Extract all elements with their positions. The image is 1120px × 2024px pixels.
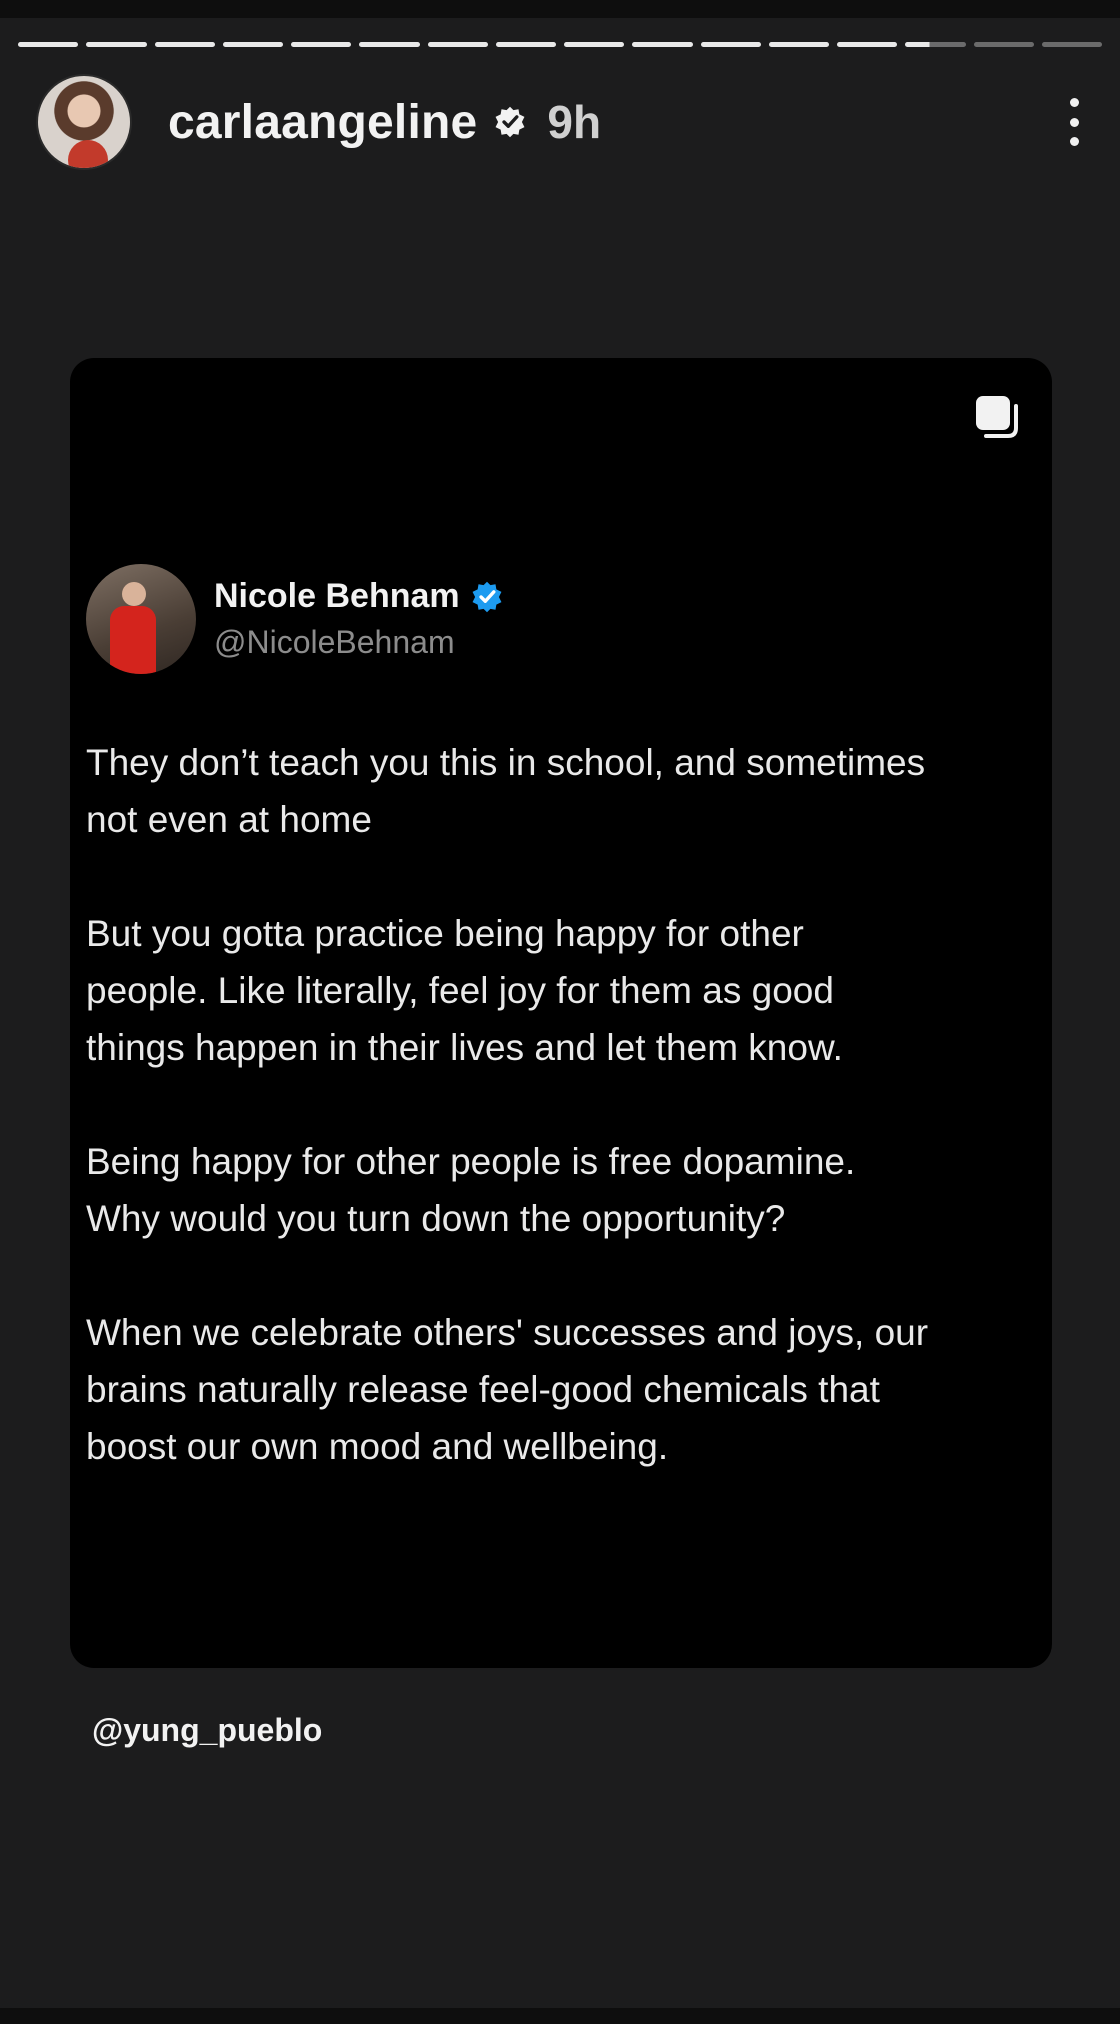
progress-segment [18,42,79,47]
progress-segment [359,42,420,47]
tweet-author: Nicole Behnam @NicoleBehnam [86,564,504,674]
verified-badge-icon [495,106,525,138]
username[interactable]: carlaangeline [168,95,477,150]
profile-avatar[interactable] [36,74,132,170]
progress-segment [768,42,829,47]
more-options-icon[interactable] [1064,96,1084,148]
shared-post-card[interactable]: Nicole Behnam @NicoleBehnam They don’t t… [70,358,1052,1668]
progress-segment [222,42,283,47]
story-header: carlaangeline 9h [36,74,1084,170]
tweet-paragraph: Being happy for other people is free dop… [86,1141,856,1239]
progress-segment [1041,42,1102,47]
tweet-paragraph: They don’t teach you this in school, and… [86,742,926,840]
progress-segment [700,42,761,47]
progress-segment [632,42,693,47]
progress-segment [837,42,898,47]
tweet-paragraph: When we celebrate others' successes and … [86,1312,929,1467]
status-strip [0,0,1120,18]
tweet-text: They don’t teach you this in school, and… [86,734,1036,1532]
progress-segment [973,42,1034,47]
tweet-author-handle: @NicoleBehnam [214,624,455,660]
story-progress-bar [18,42,1102,47]
progress-segment [905,42,966,47]
progress-segment [564,42,625,47]
progress-segment [291,42,352,47]
progress-segment [495,42,556,47]
progress-segment [86,42,147,47]
progress-segment [427,42,488,47]
post-time: 9h [547,96,602,148]
story-view[interactable]: carlaangeline 9h Nicole Behnam @NicoleBe… [0,0,1120,2024]
multiple-posts-icon [976,396,1018,438]
progress-segment [154,42,215,47]
tweet-author-name: Nicole Behnam [214,577,460,615]
mention-sticker[interactable]: @yung_pueblo [92,1712,322,1749]
tweet-author-avatar [86,564,196,674]
bottom-strip [0,2008,1120,2024]
tweet-paragraph: But you gotta practice being happy for o… [86,913,843,1068]
verified-badge-icon [472,581,502,612]
